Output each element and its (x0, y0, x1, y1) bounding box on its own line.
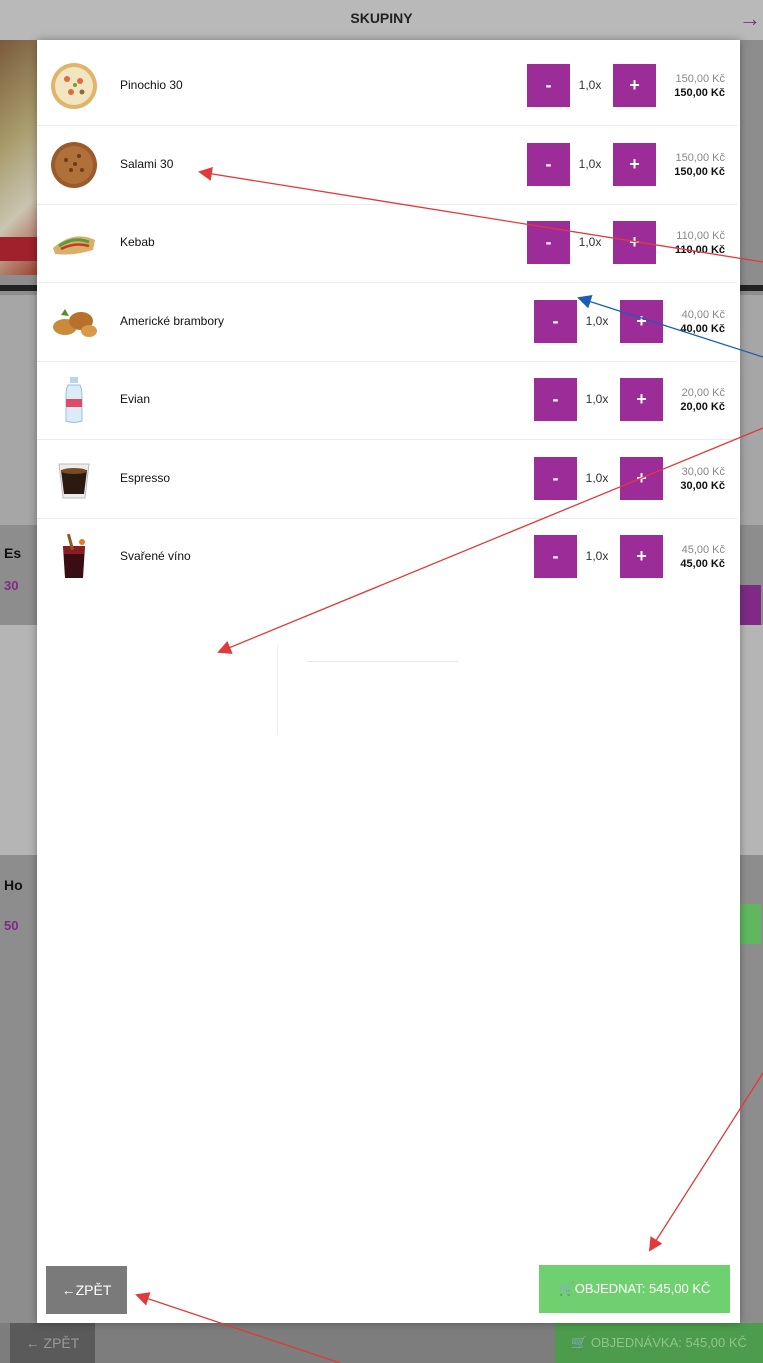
unit-price: 150,00 Kč (675, 73, 725, 85)
increase-button[interactable]: + (613, 64, 656, 107)
decrease-button[interactable]: - (534, 300, 577, 343)
list-item: Pinochio 30 - 1,0x + 150,00 Kč 150,00 Kč (37, 47, 737, 126)
list-item: Kebab - 1,0x + 110,00 Kč 110,00 Kč (37, 204, 737, 283)
background-order-button: 🛒 OBJEDNÁVKA: 545,00 KČ (555, 1323, 763, 1363)
total-price: 20,00 Kč (680, 401, 725, 413)
background-card-title: Es (4, 545, 22, 561)
item-quantity: 1,0x (585, 471, 609, 485)
item-name: Pinochio 30 (120, 78, 183, 92)
unit-price: 20,00 Kč (681, 387, 725, 399)
decrease-button[interactable]: - (534, 457, 577, 500)
coffee-icon (58, 463, 90, 499)
cart-icon: 🛒 (558, 1281, 575, 1296)
list-item: Salami 30 - 1,0x + 150,00 Kč 150,00 Kč (37, 126, 737, 205)
list-item: Americké brambory - 1,0x + 40,00 Kč 40,0… (37, 283, 737, 362)
bottle-icon (65, 377, 83, 423)
page-title: SKUPINY (350, 10, 413, 26)
decrease-button[interactable]: - (534, 535, 577, 578)
list-item: Svařené víno - 1,0x + 45,00 Kč 45,00 Kč (37, 518, 737, 596)
item-quantity: 1,0x (578, 78, 602, 92)
decrease-button[interactable]: - (527, 143, 570, 186)
faded-placeholder (277, 645, 458, 735)
pizza-icon (51, 63, 97, 109)
back-button[interactable]: ←ZPĚT (46, 1266, 127, 1314)
kebab-icon (53, 236, 95, 255)
item-name: Evian (120, 392, 151, 406)
background-bottom-bar: ← ZPĚT 🛒 OBJEDNÁVKA: 545,00 KČ (0, 1323, 763, 1363)
unit-price: 30,00 Kč (681, 466, 725, 478)
item-name: Salami 30 (120, 157, 174, 171)
item-name: Svařené víno (120, 549, 191, 563)
total-price: 150,00 Kč (674, 166, 725, 178)
unit-price: 110,00 Kč (676, 230, 725, 242)
order-summary-modal: Pinochio 30 - 1,0x + 150,00 Kč 150,00 Kč… (37, 40, 740, 1323)
unit-price: 150,00 Kč (675, 152, 725, 164)
background-card-price: 30 (4, 578, 19, 593)
item-quantity: 1,0x (578, 157, 602, 171)
mulled-wine-icon (63, 533, 85, 578)
background-back-button: ← ZPĚT (10, 1323, 95, 1363)
item-quantity: 1,0x (585, 392, 609, 406)
total-price: 110,00 Kč (674, 244, 725, 256)
list-item: Espresso - 1,0x + 30,00 Kč 30,00 Kč (37, 440, 737, 519)
pizza-icon (51, 142, 97, 188)
total-price: 150,00 Kč (674, 87, 725, 99)
item-quantity: 1,0x (585, 314, 609, 328)
total-price: 45,00 Kč (680, 558, 725, 570)
item-quantity: 1,0x (585, 549, 609, 563)
increase-button[interactable]: + (620, 378, 663, 421)
background-badge (0, 237, 40, 261)
decrease-button[interactable]: - (534, 378, 577, 421)
decrease-button[interactable]: - (527, 221, 570, 264)
unit-price: 40,00 Kč (681, 309, 725, 321)
order-button-label: OBJEDNAT: 545,00 KČ (574, 1281, 711, 1296)
increase-button[interactable]: + (613, 143, 656, 186)
potatoes-icon (53, 309, 97, 337)
increase-button[interactable]: + (613, 221, 656, 264)
item-name: Kebab (120, 235, 155, 249)
increase-button[interactable]: + (620, 300, 663, 343)
item-quantity: 1,0x (578, 235, 602, 249)
total-price: 40,00 Kč (680, 323, 725, 335)
background-card-button (739, 585, 761, 625)
item-name: Espresso (120, 471, 171, 485)
exit-arrow-icon[interactable]: → (739, 6, 761, 32)
item-name: Americké brambory (120, 314, 225, 328)
unit-price: 45,00 Kč (681, 544, 725, 556)
decrease-button[interactable]: - (527, 64, 570, 107)
total-price: 30,00 Kč (680, 480, 725, 492)
top-bar: SKUPINY → (0, 0, 763, 41)
list-item: Evian - 1,0x + 20,00 Kč 20,00 Kč (37, 361, 737, 440)
background-card-price: 50 (4, 918, 19, 933)
increase-button[interactable]: + (620, 457, 663, 500)
background-card-button (739, 904, 761, 944)
background-card-title: Ho (4, 877, 23, 893)
increase-button[interactable]: + (620, 535, 663, 578)
place-order-button[interactable]: 🛒OBJEDNAT: 545,00 KČ (539, 1265, 730, 1313)
